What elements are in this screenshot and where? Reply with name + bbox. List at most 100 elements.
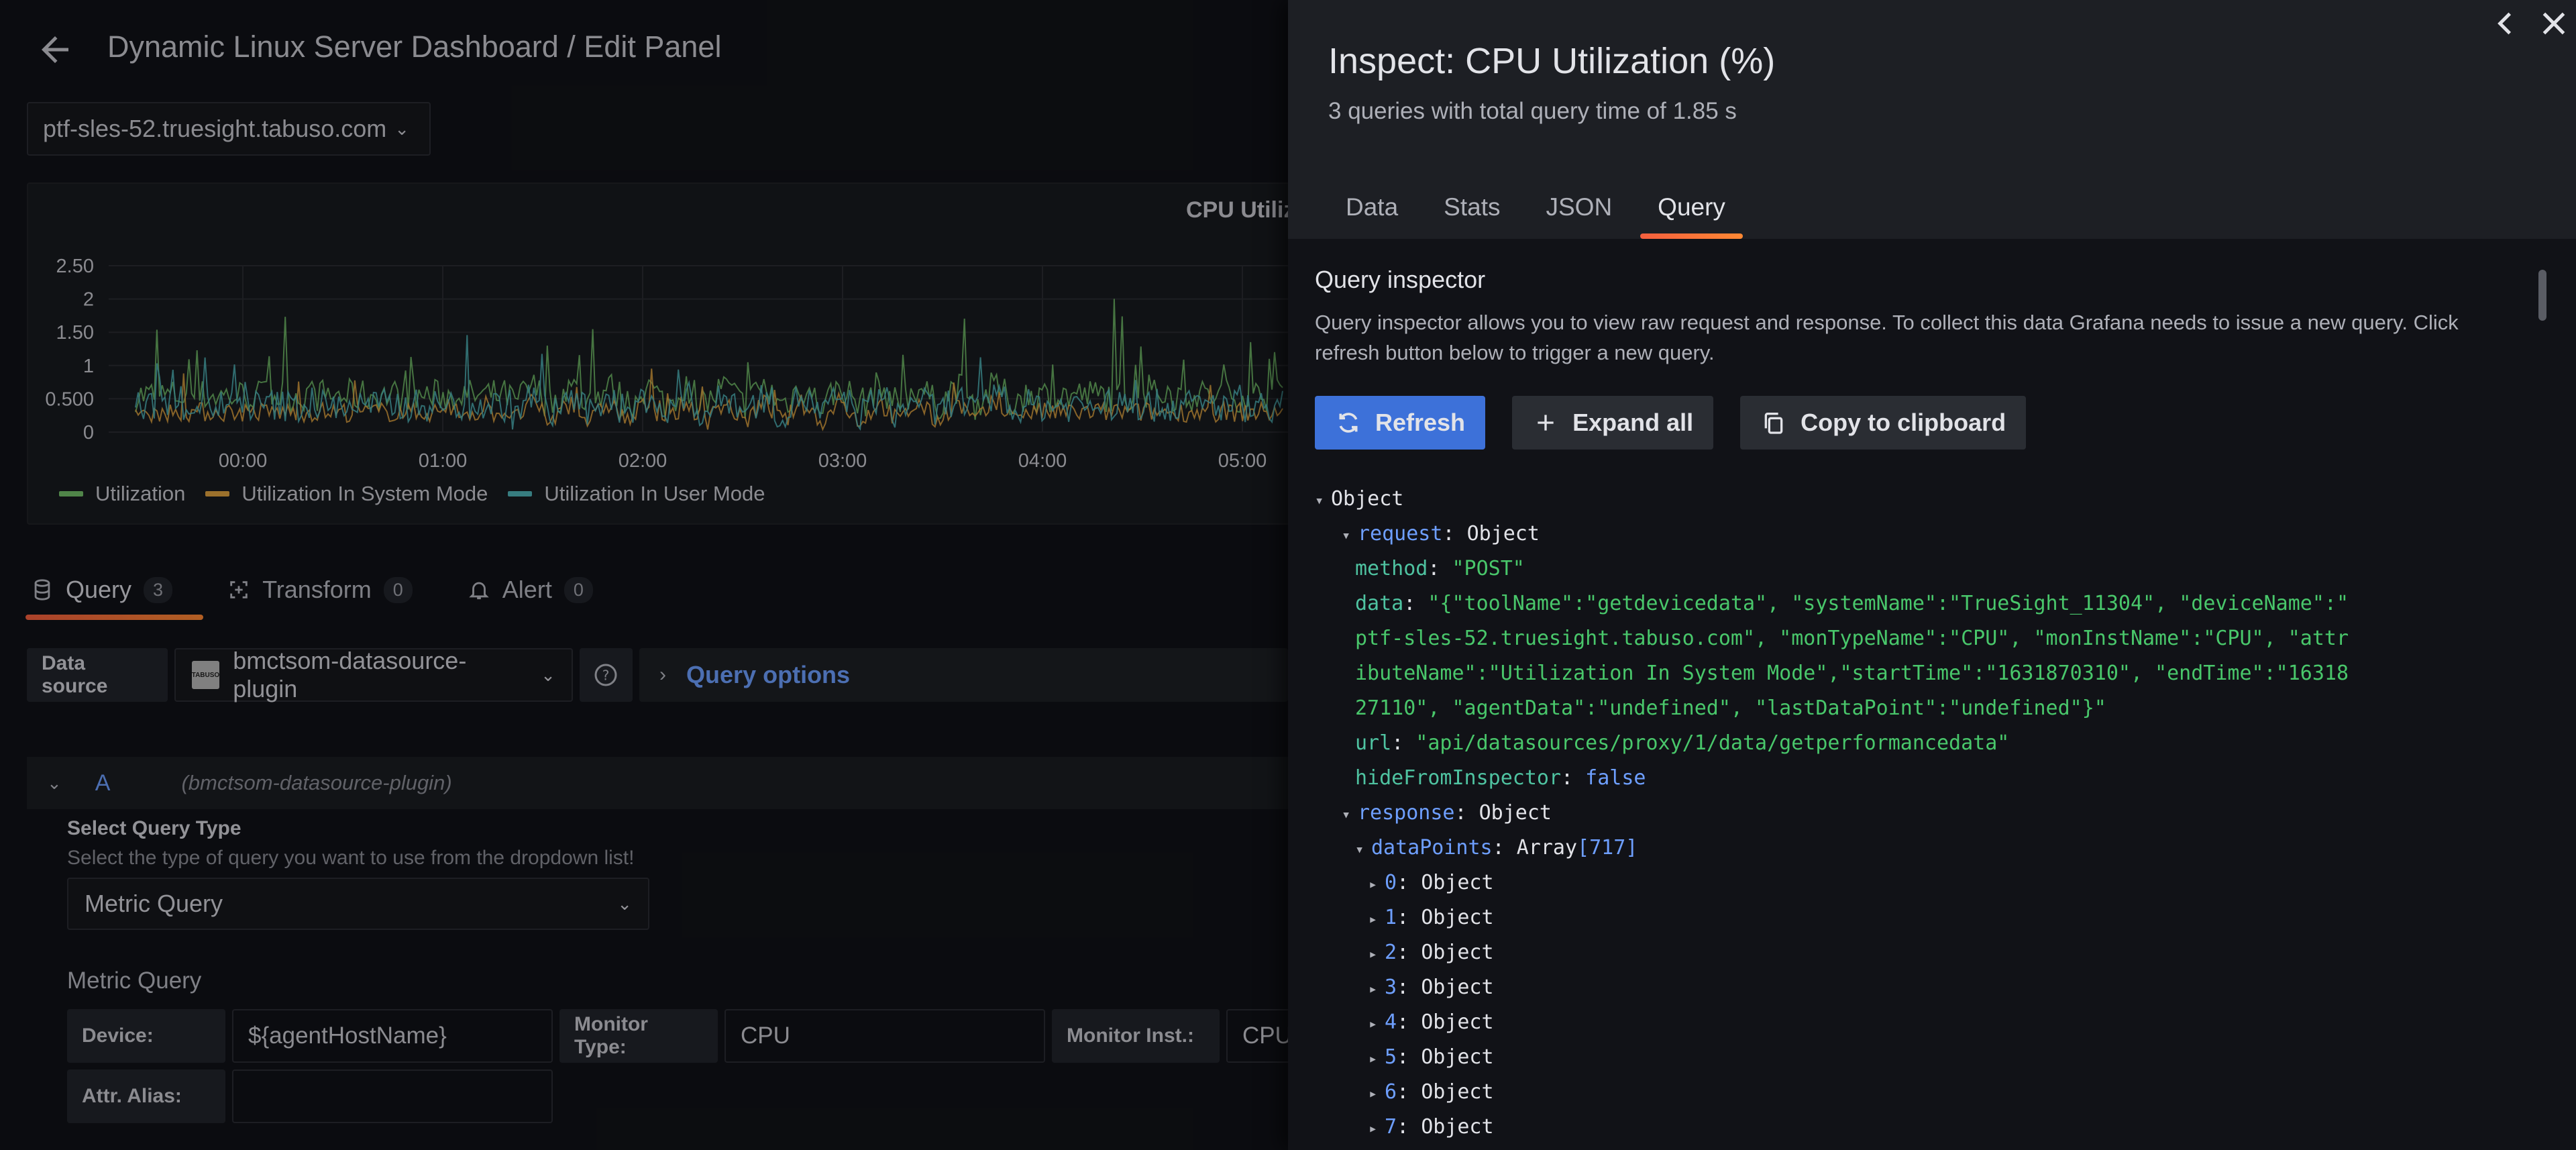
tree-node-item[interactable]: ▸ 0: Object [1368, 866, 1494, 900]
legend-item[interactable]: Utilization In User Mode [508, 482, 765, 506]
tab-query-label: Query [66, 576, 132, 603]
monitor-type-input[interactable]: CPU [724, 1009, 1045, 1063]
x-tick-label: 01:00 [419, 450, 468, 472]
triangle-down-icon: ▾ [1315, 492, 1324, 509]
device-input[interactable]: ${agentHostName} [232, 1009, 553, 1063]
plus-icon [1538, 415, 1554, 431]
query-letter: A [95, 770, 111, 796]
page-title: Dynamic Linux Server Dashboard / Edit Pa… [107, 30, 722, 64]
tree-value: ptf-sles-52.truesight.tabuso.com", "monT… [1355, 627, 2349, 650]
inspector-actions: Refresh Expand all Copy to clipboard [1315, 396, 2027, 450]
monitor-type-label: Monitor Type: [559, 1009, 718, 1063]
triangle-right-icon: ▸ [1368, 1086, 1378, 1102]
tree-value: Object [1479, 801, 1552, 825]
tree-colon: : [1442, 522, 1467, 545]
tree-count: [717] [1577, 836, 1638, 859]
tree-key: method [1355, 557, 1428, 580]
tree-node-response[interactable]: ▾ response: Object [1342, 796, 1552, 831]
triangle-right-icon: ▸ [1368, 1016, 1378, 1033]
tab-transform[interactable]: Transform 0 [223, 564, 417, 616]
triangle-right-icon: ▸ [1368, 946, 1378, 963]
datasource-label: Data source [27, 648, 168, 702]
tree-node-root[interactable]: ▾ Object [1315, 482, 1403, 517]
query-a-header[interactable]: ⌄ A (bmctsom-datasource-plugin) [27, 757, 1301, 809]
drawer-tabs: Data Stats JSON Query [1328, 185, 1754, 239]
tab-query[interactable]: Query 3 [25, 564, 204, 620]
query-options-toggle[interactable]: › Query options [639, 648, 1288, 702]
tab-stats[interactable]: Stats [1426, 185, 1517, 239]
tree-node-method: method: "POST" [1355, 557, 1525, 580]
tree-node-item[interactable]: ▸ 7: Object [1368, 1110, 1494, 1145]
close-icon[interactable] [2537, 7, 2571, 40]
scrollbar-thumb[interactable] [2538, 270, 2546, 321]
tree-colon: : [1397, 1045, 1421, 1069]
tab-query[interactable]: Query [1640, 185, 1743, 239]
legend-item[interactable]: Utilization [59, 482, 185, 506]
copy-to-clipboard-button[interactable]: Copy to clipboard [1740, 396, 2027, 450]
drawer-title: Inspect: CPU Utilization (%) [1328, 41, 1776, 81]
back-arrow-icon[interactable] [35, 30, 75, 70]
tab-data[interactable]: Data [1328, 185, 1415, 239]
attr-alias-label: Attr. Alias: [67, 1069, 225, 1123]
legend-swatch [59, 491, 83, 496]
tree-node-item[interactable]: ▸ 2: Object [1368, 935, 1494, 970]
expand-all-button[interactable]: Expand all [1512, 396, 1714, 450]
attr-alias-input[interactable] [232, 1069, 553, 1123]
tree-value: Object [1421, 1010, 1494, 1034]
x-tick-label: 00:00 [219, 450, 268, 472]
tree-key: request [1358, 522, 1443, 545]
tree-node-data-cont: ibuteName":"Utilization In System Mode",… [1355, 656, 2349, 691]
tree-key: hideFromInspector [1355, 766, 1562, 790]
legend-item[interactable]: Utilization In System Mode [205, 482, 488, 506]
tree-node-item[interactable]: ▸ 6: Object [1368, 1075, 1494, 1110]
tree-key: dataPoints [1371, 836, 1493, 859]
tab-json[interactable]: JSON [1528, 185, 1629, 239]
query-options-label: Query options [686, 661, 851, 688]
tree-value: Array [1516, 836, 1578, 859]
datasource-row: Data source TABUSO bmctsom-datasource-pl… [27, 647, 1288, 702]
triangle-right-icon: ▸ [1368, 1120, 1378, 1137]
tree-value: Object [1421, 871, 1494, 894]
triangle-right-icon: ▸ [1368, 981, 1378, 998]
tree-node-datapoints[interactable]: ▾ dataPoints: Array[717] [1355, 831, 1638, 866]
tree-colon: : [1397, 906, 1421, 929]
sync-icon [1339, 413, 1358, 433]
legend-swatch [205, 491, 230, 496]
tree-node-hide: hideFromInspector: false [1355, 766, 1646, 790]
tree-colon: : [1397, 1115, 1421, 1139]
triangle-down-icon: ▾ [1342, 806, 1351, 823]
panel-editor: Dynamic Linux Server Dashboard / Edit Pa… [0, 0, 1547, 1150]
query-type-select[interactable]: Metric Query ⌄ [67, 878, 649, 930]
tab-transform-label: Transform [262, 576, 372, 603]
tree-node-request[interactable]: ▾ request: Object [1342, 517, 1540, 552]
refresh-button[interactable]: Refresh [1315, 396, 1486, 450]
tree-value: Object [1421, 1080, 1494, 1104]
y-tick-label: 2 [83, 289, 94, 311]
tree-node-url: url: "api/datasources/proxy/1/data/getpe… [1355, 731, 2010, 755]
tree-node-item[interactable]: ▸ 3: Object [1368, 970, 1494, 1005]
tab-query-count: 3 [144, 576, 173, 603]
chevron-left-icon[interactable] [2489, 7, 2522, 40]
legend-label: Utilization In System Mode [241, 482, 488, 505]
tab-alert[interactable]: Alert 0 [464, 564, 597, 616]
x-tick-label: 05:00 [1218, 450, 1267, 472]
query-inspector-title: Query inspector [1315, 266, 1486, 293]
host-variable-select[interactable]: ptf-sles-52.truesight.tabuso.com ⌄ [27, 102, 431, 156]
tree-node-item[interactable]: ▸ 1: Object [1368, 900, 1494, 935]
tree-colon: : [1397, 1080, 1421, 1104]
help-button[interactable]: ? [579, 648, 633, 702]
tree-index: 0 [1385, 871, 1397, 894]
query-type-value: Metric Query [85, 890, 223, 917]
tree-index: 2 [1385, 941, 1397, 964]
triangle-down-icon: ▾ [1342, 527, 1351, 544]
tree-value: Object [1331, 487, 1404, 511]
datasource-logo-icon: TABUSO [191, 661, 220, 689]
tree-node-item[interactable]: ▸ 4: Object [1368, 1005, 1494, 1040]
x-tick-label: 04:00 [1018, 450, 1067, 472]
tree-node-data-cont: ptf-sles-52.truesight.tabuso.com", "monT… [1355, 621, 2349, 656]
datasource-select[interactable]: TABUSO bmctsom-datasource-plugin ⌄ [174, 647, 573, 702]
tree-node-item[interactable]: ▸ 5: Object [1368, 1040, 1494, 1075]
tree-value: Object [1421, 941, 1494, 964]
editor-tabs: Query 3 Transform 0 Alert 0 [25, 564, 644, 620]
cpu-chart: 0 0.500 1 1.50 2 2.50 00:00 01:00 02:00 03:00 04:0… [45, 256, 1300, 472]
